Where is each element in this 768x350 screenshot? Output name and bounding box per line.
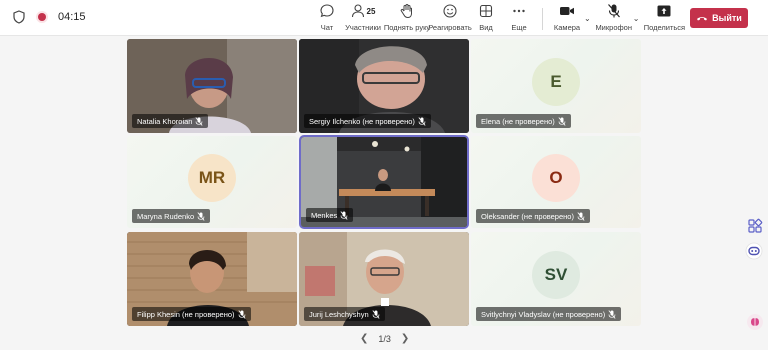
toolbar-actions: Чат 25 Участники Поднять руку Реагироват… [312,2,686,34]
share-button[interactable]: Поделиться [643,2,686,34]
brain-app-icon[interactable] [746,313,764,331]
chat-button[interactable]: Чат [312,2,342,34]
participant-nametag: Svitlychnyi Vladyslav (не проверено) [476,307,622,321]
leave-label: Выйти [712,13,742,23]
hand-icon [400,4,412,19]
page-navigation: ❮ 1/3 ❯ [360,333,409,344]
participant-initials: O [532,154,580,202]
page-indicator: 1/3 [378,333,391,344]
participants-button[interactable]: 25 Участники [342,2,384,34]
react-button[interactable]: Реагировать [428,2,472,34]
people-icon [351,4,364,18]
participant-initials: SV [532,251,580,299]
camera-options-chevron-icon[interactable]: ⌄ [584,14,591,23]
participant-name: Sergiy Ilchenko (не проверено) [309,116,415,126]
react-label: Реагировать [428,23,472,32]
mic-off-icon [197,211,205,221]
chat-icon [320,4,334,18]
participant-name: Menkes [311,210,338,220]
participant-nametag: Filipp Khesin (не проверено) [132,307,251,321]
mic-options-chevron-icon[interactable]: ⌄ [633,14,640,23]
mic-off-icon [238,309,246,319]
participant-nametag: Natalia Khoroian [132,114,209,128]
video-tile[interactable]: Jurij Leshchyshyn [299,232,469,326]
participant-name: Jurij Leshchyshyn [309,309,369,319]
participant-name: Oleksander (не проверено) [481,211,574,221]
video-tile[interactable]: Filipp Khesin (не проверено) [127,232,297,326]
emoji-icon [443,4,457,18]
participants-count: 25 [366,6,376,16]
participant-nametag: Jurij Leshchyshyn [304,307,385,321]
apps-icon[interactable] [746,217,764,235]
video-tile[interactable]: Natalia Khoroian [127,39,297,133]
call-timer: 04:15 [58,11,86,23]
mic-off-icon [195,116,203,126]
recording-indicator [38,13,46,21]
next-page-chevron-icon[interactable]: ❯ [401,333,409,344]
more-button[interactable]: Еще [502,2,536,34]
video-tile-active-speaker[interactable]: Menkes [301,137,467,227]
participants-label: Участники [345,23,381,32]
participant-initials: MR [188,154,236,202]
avatar-tile[interactable]: SV Svitlychnyi Vladyslav (не проверено) [471,232,641,326]
participant-initials: E [532,58,580,106]
participant-nametag: Maryna Rudenko [132,209,211,223]
camera-icon [560,7,574,15]
mic-off-icon [558,116,566,126]
copilot-icon[interactable] [745,242,763,260]
mic-off-icon [372,309,380,319]
toolbar-left: 04:15 [12,10,86,24]
participant-name: Filipp Khesin (не проверено) [137,309,235,319]
participant-nametag: Oleksander (не проверено) [476,209,590,223]
mic-off-icon [608,309,616,319]
participant-nametag: Elena (не проверено) [476,114,571,128]
share-screen-icon [657,5,671,17]
mic-off-icon [577,211,585,221]
more-label: Еще [511,23,527,32]
camera-button[interactable]: Камера [551,2,583,34]
leave-button[interactable]: Выйти [690,8,748,28]
camera-label: Камера [553,23,581,32]
shield-icon[interactable] [12,10,26,24]
participant-nametag: Menkes [306,208,354,222]
participant-name: Elena (не проверено) [481,116,555,126]
toolbar-divider [542,8,543,30]
meeting-toolbar: 04:15 Чат 25 Участники Поднять руку Реаг… [0,0,768,36]
raise-hand-button[interactable]: Поднять руку [384,2,430,34]
more-icon [513,9,525,13]
mic-label: Микрофон [595,23,632,32]
participant-name: Natalia Khoroian [137,116,193,126]
avatar-tile[interactable]: E Elena (не проверено) [471,39,641,133]
grid-view-icon [479,4,493,18]
participant-nametag: Sergiy Ilchenko (не проверено) [304,114,431,128]
hang-up-icon [697,17,708,21]
mic-button[interactable]: Микрофон [595,2,632,34]
mic-off-icon [607,4,620,18]
share-label: Поделиться [643,23,686,32]
participant-name: Maryna Rudenko [137,211,195,221]
mic-off-icon [418,116,426,126]
mic-off-icon [340,210,348,220]
view-label: Вид [479,23,493,32]
participant-name: Svitlychnyi Vladyslav (не проверено) [481,309,606,319]
avatar-tile[interactable]: O Oleksander (не проверено) [471,136,641,228]
chat-label: Чат [320,23,334,32]
view-button[interactable]: Вид [470,2,502,34]
previous-page-chevron-icon[interactable]: ❮ [360,333,368,344]
avatar-tile[interactable]: MR Maryna Rudenko [127,136,297,228]
raise-hand-label: Поднять руку [383,23,431,32]
video-tile[interactable]: Sergiy Ilchenko (не проверено) [299,39,469,133]
